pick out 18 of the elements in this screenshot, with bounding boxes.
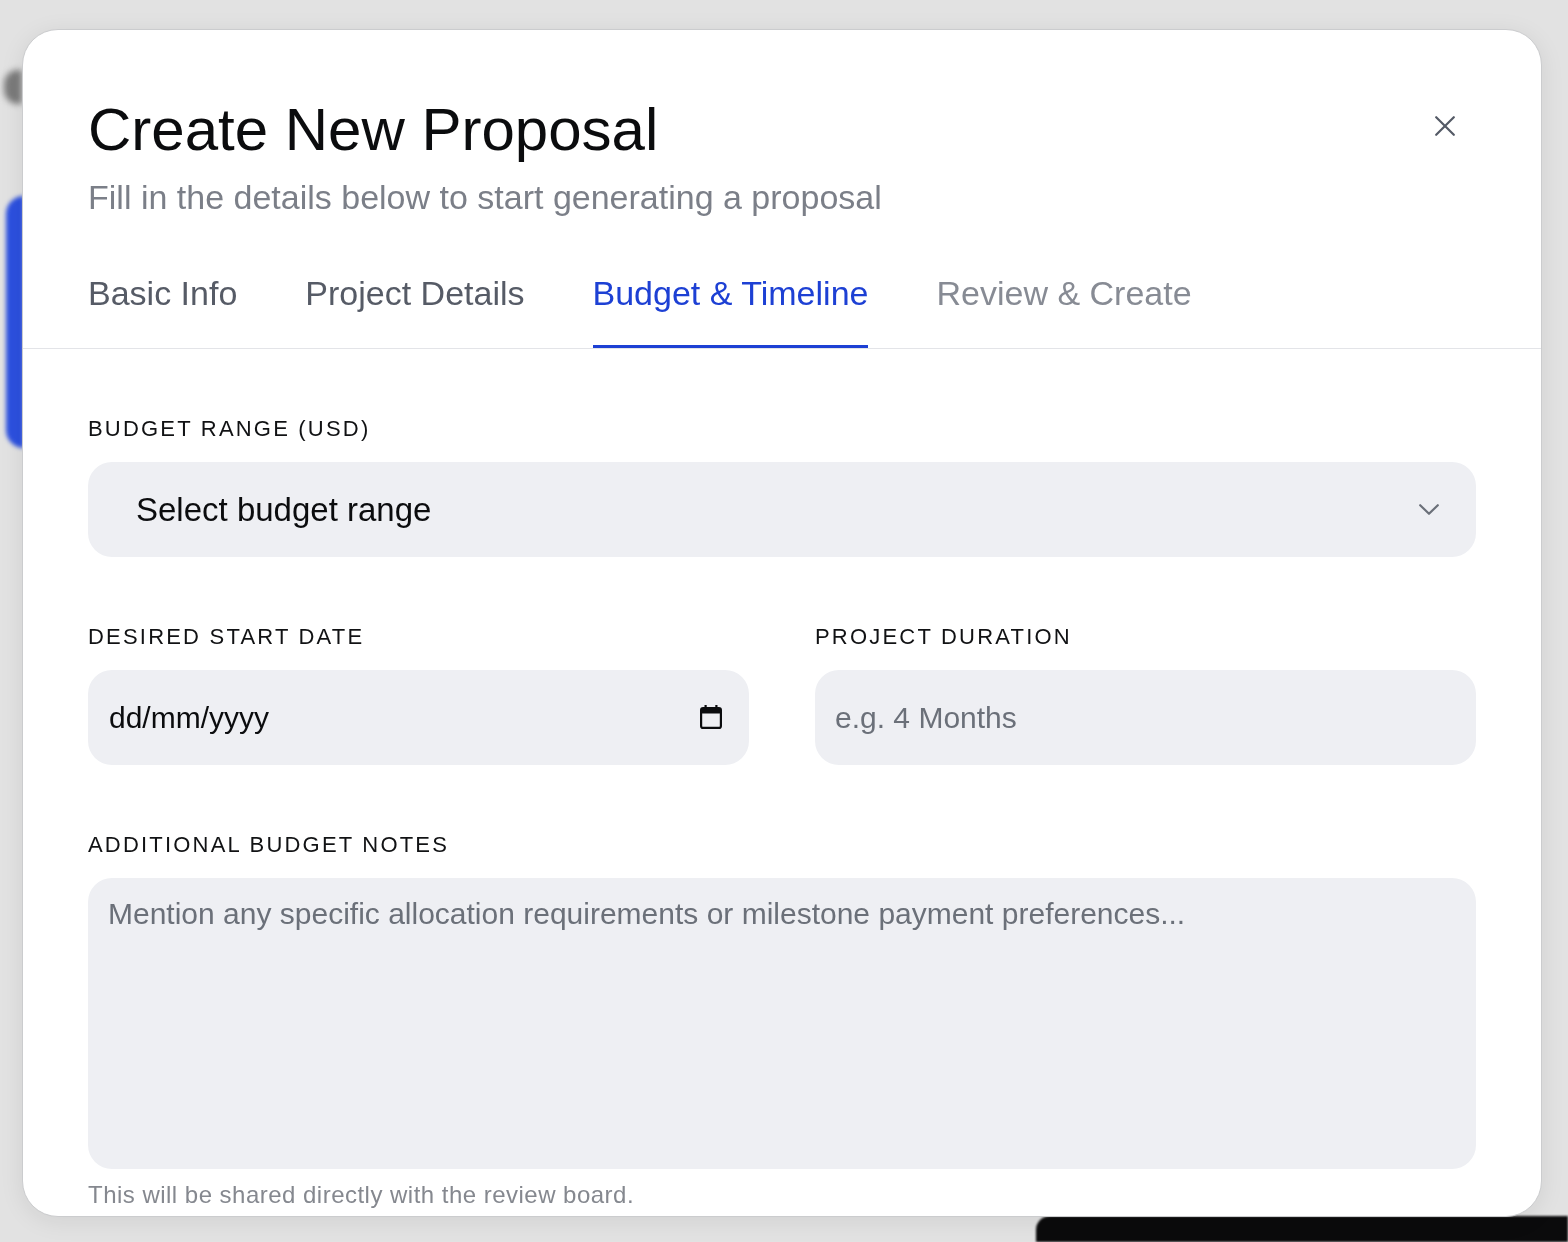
chevron-down-icon	[1419, 504, 1439, 515]
field-label: DESIRED START DATE	[88, 623, 366, 651]
field-label: BUDGET RANGE (USD)	[88, 415, 372, 443]
field-label: PROJECT DURATION	[815, 623, 1073, 651]
budget-range-select[interactable]: Select budget range	[88, 462, 1476, 557]
close-icon	[1435, 116, 1455, 136]
helper-text: This will be shared directly with the review board.	[88, 1181, 636, 1209]
calendar-icon	[700, 705, 722, 729]
step-tab[interactable]: Basic Info	[88, 273, 238, 348]
dialog-title: Create New Proposal	[88, 95, 660, 165]
step-tab[interactable]: Budget & Timeline	[592, 273, 869, 348]
notes-textarea[interactable]: Mention any specific allocation requirements or milestone payment preferences...	[88, 878, 1476, 1169]
blurred-background-shape	[4, 70, 22, 104]
dialog-subtitle: Fill in the details below to start generating a proposal	[88, 177, 882, 217]
date-input[interactable]: dd/mm/yyyy	[88, 670, 749, 765]
text-input[interactable]: e.g. 4 Months	[815, 670, 1476, 765]
field-label: ADDITIONAL BUDGET NOTES	[88, 831, 451, 859]
step-tab[interactable]: Project Details	[305, 273, 525, 348]
